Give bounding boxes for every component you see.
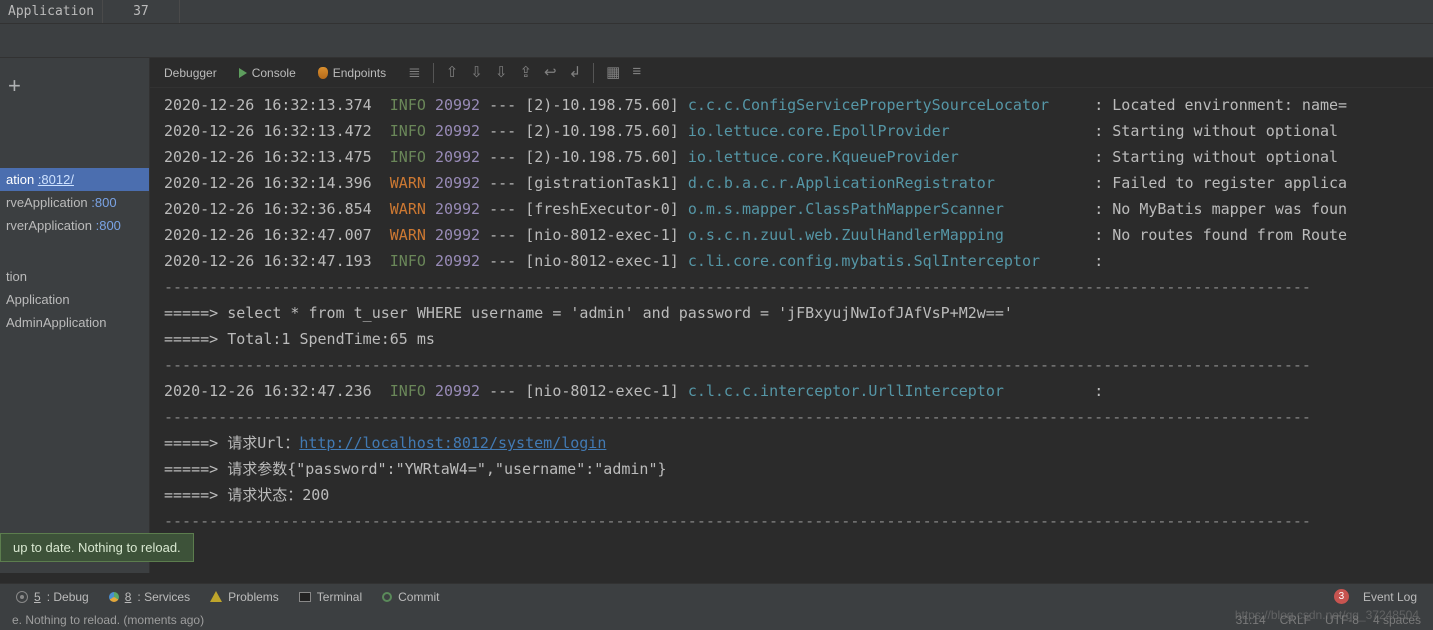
services-icon <box>109 592 119 602</box>
sidebar-item-2[interactable]: rverApplication :800 <box>0 214 149 237</box>
tab-endpoints[interactable]: Endpoints <box>318 66 386 80</box>
reload-tooltip: up to date. Nothing to reload. <box>0 533 194 562</box>
upload-icon[interactable]: ⇪ <box>519 63 532 83</box>
topbar-app-label: Application <box>0 0 103 23</box>
commit-icon <box>382 592 392 602</box>
req-params-line: =====> 请求参数{"password":"YWRtaW4=","usern… <box>164 460 667 478</box>
tab-label: 8 <box>125 590 132 604</box>
tab-label: Console <box>252 66 296 80</box>
sidebar-item-port: :8012/ <box>38 172 74 187</box>
run-config-list: ation :8012/ rveApplication :800 rverApp… <box>0 168 149 334</box>
down-icon[interactable]: ⇩ <box>470 63 483 83</box>
sidebar-item-label: rverApplication <box>6 218 96 233</box>
list-icon[interactable]: ≣ <box>408 63 421 83</box>
event-badge[interactable]: 3 <box>1334 589 1349 604</box>
tool-window-bar: 5: Debug 8: Services Problems Terminal C… <box>0 583 1433 609</box>
terminal-icon <box>299 592 311 602</box>
wrap-icon[interactable]: ↩ <box>544 63 557 83</box>
toolwin-commit[interactable]: Commit <box>382 590 439 604</box>
tab-label: Problems <box>228 590 279 604</box>
sidebar-lower-1[interactable]: Application <box>0 288 149 311</box>
toolwin-problems[interactable]: Problems <box>210 590 279 604</box>
dash-line: ----------------------------------------… <box>164 278 1311 296</box>
sidebar-item-0[interactable]: ation :8012/ <box>0 168 149 191</box>
dash-line: ----------------------------------------… <box>164 408 1311 426</box>
sidebar-item-1[interactable]: rveApplication :800 <box>0 191 149 214</box>
tab-label: 5 <box>34 590 41 604</box>
status-message: e. Nothing to reload. (moments ago) <box>12 613 204 627</box>
debug-header: Debugger Console Endpoints ≣ ⇧ ⇩ ⇩ ⇪ ↩ ↲… <box>150 58 1433 88</box>
sql-total-line: =====> Total:1 SpendTime:65 ms <box>164 330 435 348</box>
sidebar-lower-2[interactable]: AdminApplication <box>0 311 149 334</box>
mid-strip <box>0 24 1433 58</box>
bug-icon <box>16 591 28 603</box>
settings-icon[interactable]: ≡ <box>632 63 641 83</box>
console-toolbar: ≣ ⇧ ⇩ ⇩ ⇪ ↩ ↲ ▦ ≡ <box>408 63 641 83</box>
grid-icon[interactable]: ▦ <box>606 63 620 83</box>
sidebar-item-port: :800 <box>96 218 121 233</box>
tab-console[interactable]: Console <box>239 66 296 80</box>
toolwin-services[interactable]: 8: Services <box>109 590 190 604</box>
up-icon[interactable]: ⇧ <box>446 63 459 83</box>
tab-debugger[interactable]: Debugger <box>164 66 217 80</box>
sidebar-item-port: :800 <box>91 195 116 210</box>
topbar-line-number: 37 <box>103 0 180 23</box>
editor-topbar: Application 37 <box>0 0 1433 24</box>
watermark: https://blog.csdn.net/qq_37248504 <box>1235 608 1419 622</box>
separator <box>433 63 434 83</box>
play-icon <box>239 68 247 78</box>
down2-icon[interactable]: ⇩ <box>495 63 508 83</box>
request-url-link[interactable]: http://localhost:8012/system/login <box>299 434 606 452</box>
sidebar-item-label: rveApplication <box>6 195 91 210</box>
sidebar-lower-0[interactable]: tion <box>0 265 149 288</box>
dash-line: ----------------------------------------… <box>164 512 1311 530</box>
tab-label: Commit <box>398 590 439 604</box>
sidebar-item-label: ation <box>6 172 38 187</box>
toolwin-debug[interactable]: 5: Debug <box>16 590 89 604</box>
separator <box>593 63 594 83</box>
warning-icon <box>210 591 222 602</box>
endpoints-icon <box>318 67 328 79</box>
req-url-line: =====> 请求Url：http://localhost:8012/syste… <box>164 434 606 452</box>
sql-query-line: =====> select * from t_user WHERE userna… <box>164 304 1013 322</box>
dash-line: ----------------------------------------… <box>164 356 1311 374</box>
tab-label: Endpoints <box>333 66 386 80</box>
run-sidebar: + ation :8012/ rveApplication :800 rverA… <box>0 58 150 573</box>
req-status-line: =====> 请求状态：200 <box>164 486 329 504</box>
status-bar: e. Nothing to reload. (moments ago) 31:1… <box>0 609 1433 630</box>
return-icon[interactable]: ↲ <box>569 63 582 83</box>
add-config-button[interactable]: + <box>8 73 21 99</box>
toolwin-event-log[interactable]: Event Log <box>1363 590 1417 604</box>
toolwin-terminal[interactable]: Terminal <box>299 590 362 604</box>
tab-label: Terminal <box>317 590 362 604</box>
log-panel: Debugger Console Endpoints ≣ ⇧ ⇩ ⇩ ⇪ ↩ ↲… <box>150 58 1433 573</box>
console-output[interactable]: 2020-12-26 16:32:13.374 INFO 20992 --- [… <box>150 88 1433 544</box>
